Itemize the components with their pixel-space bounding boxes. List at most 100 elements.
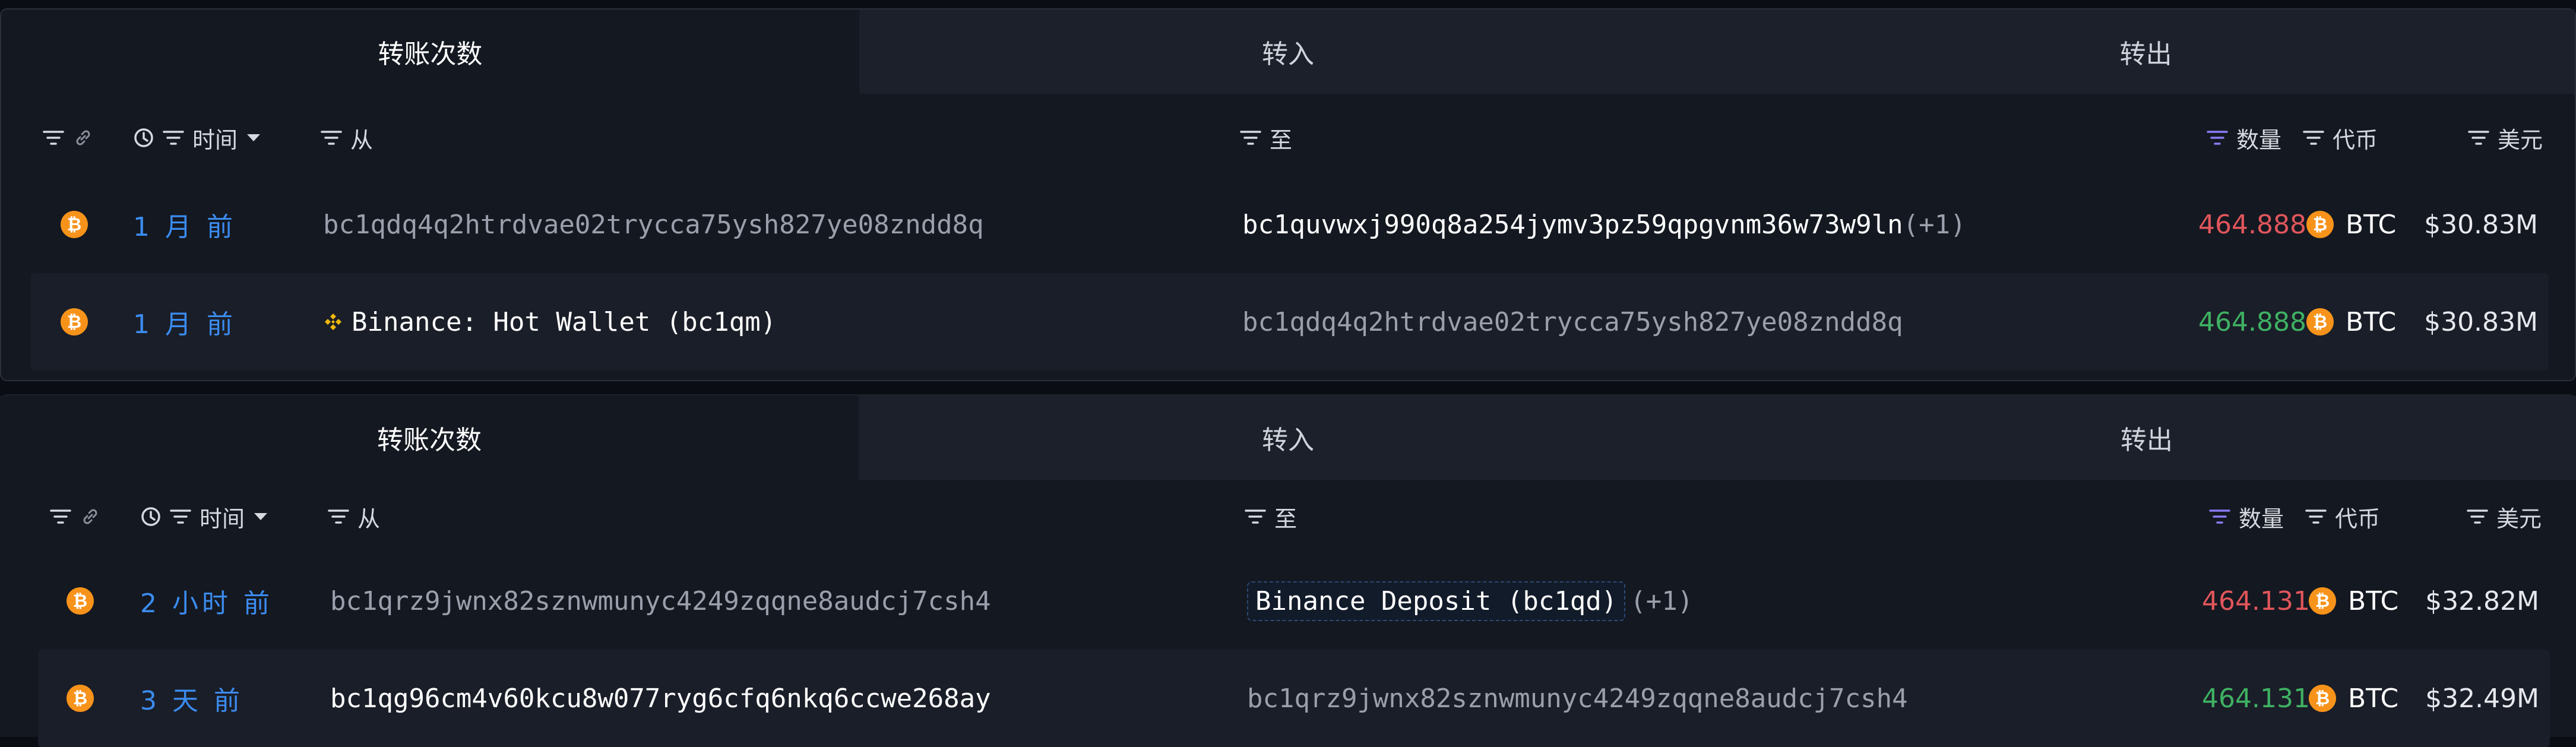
to-cell: bc1qrz9jwnx82sznwmunyc4249zqqne8audcj7cs… [1247,650,1908,747]
amount-value: 464.888 [2198,209,2306,240]
table-header: 时间 从 至 数量 代币 美元 [0,481,2576,552]
amount-cell: 464.131 [2083,650,2310,747]
table-row[interactable]: ₿ 2 小时 前 bc1qrz9jwnx82sznwmunyc4249zqqne… [38,552,2550,650]
header-token[interactable]: 代币 [2303,102,2378,173]
chain-cell: ₿ [67,552,94,650]
usd-cell: $30.83M [2406,176,2538,273]
chain-cell: ₿ [67,650,94,747]
caret-down-icon[interactable] [253,512,268,521]
link-icon[interactable] [80,506,101,527]
header-time-label: 时间 [200,505,245,532]
amount-value: 464.131 [2202,585,2310,616]
token-symbol[interactable]: BTC [2346,307,2396,337]
amount-cell: 464.888 [2080,176,2306,273]
tab-outflow[interactable]: 转出 [1717,395,2576,480]
sort-filter-icon[interactable] [2207,129,2228,146]
header-to[interactable]: 至 [1240,102,1292,173]
filter-icon[interactable] [2467,508,2488,525]
clock-icon[interactable] [140,506,162,527]
to-address[interactable]: bc1qrz9jwnx82sznwmunyc4249zqqne8audcj7cs… [1247,683,1908,714]
header-from-label: 从 [357,505,381,532]
filter-icon[interactable] [1240,129,1261,146]
header-amount-label: 数量 [2238,505,2284,532]
header-usd[interactable]: 美元 [2424,102,2543,173]
header-from[interactable]: 从 [321,102,373,173]
filter-icon[interactable] [328,508,349,525]
from-cell: Binance: Hot Wallet (bc1qm) [323,273,776,371]
from-cell: bc1qdq4q2htrdvae02trycca75ysh827ye08zndd… [323,176,984,273]
to-cell: bc1qdq4q2htrdvae02trycca75ysh827ye08zndd… [1242,273,1903,371]
from-entity[interactable]: Binance: Hot Wallet (bc1qm) [352,307,776,337]
header-filter-link[interactable] [50,481,101,552]
bitcoin-icon: ₿ [67,685,94,712]
transfers-panel-top: 转账次数 转入 转出 时间 从 至 数量 代币 美元 ₿ 1 月 前 bc1qd… [0,8,2576,381]
time-link[interactable]: 3 天 前 [140,679,243,717]
tab-outflow[interactable]: 转出 [1717,10,2575,94]
header-amount[interactable]: 数量 [2127,102,2281,173]
header-token-label: 代币 [2335,505,2381,532]
tab-inflow[interactable]: 转入 [859,395,1717,480]
from-address[interactable]: bc1qg96cm4v60kcu8w077ryg6cfq6nkq6ccwe268… [330,683,991,714]
extra-recipients[interactable]: (+1) [1903,210,1966,240]
header-token-label: 代币 [2333,126,2378,153]
binance-icon [323,312,343,332]
sort-filter-icon[interactable] [2209,508,2230,525]
transfers-panel-bottom: 转账次数 转入 转出 时间 从 至 数量 代币 美元 ₿ 2 小时 前 bc1q… [0,394,2576,747]
header-token[interactable]: 代币 [2305,481,2380,552]
bitcoin-icon: ₿ [2306,211,2334,238]
tab-inflow[interactable]: 转入 [859,10,1717,94]
time-link[interactable]: 2 小时 前 [140,582,273,620]
tab-bar: 转账次数 转入 转出 [1,10,2575,94]
amount-value: 464.131 [2202,683,2310,714]
filter-icon[interactable] [50,508,71,525]
token-symbol[interactable]: BTC [2348,586,2398,616]
table-row[interactable]: ₿ 1 月 前 Binance: Hot Wallet (bc1qm) bc1q… [31,273,2549,371]
from-cell: bc1qg96cm4v60kcu8w077ryg6cfq6nkq6ccwe268… [330,650,991,747]
filter-icon[interactable] [321,129,342,146]
token-cell: ₿ BTC [2309,552,2398,650]
extra-recipients[interactable]: (+1) [1630,586,1693,616]
header-amount[interactable]: 数量 [2129,481,2284,552]
table-row[interactable]: ₿ 1 月 前 bc1qdq4q2htrdvae02trycca75ysh827… [31,176,2549,273]
filter-icon[interactable] [163,129,184,146]
header-from-label: 从 [350,126,374,153]
tab-transfers[interactable]: 转账次数 [1,10,859,94]
usd-value: $30.83M [2424,306,2538,337]
usd-value: $30.83M [2424,209,2538,240]
header-time-label: 时间 [192,126,238,153]
time-link[interactable]: 1 月 前 [133,303,236,341]
time-link[interactable]: 1 月 前 [133,205,236,243]
header-filter-link[interactable] [43,102,94,173]
from-address[interactable]: bc1qdq4q2htrdvae02trycca75ysh827ye08zndd… [323,210,984,240]
tab-transfers[interactable]: 转账次数 [0,395,859,480]
filter-icon[interactable] [1245,508,1266,525]
filter-icon[interactable] [2468,129,2489,146]
from-address[interactable]: bc1qrz9jwnx82sznwmunyc4249zqqne8audcj7cs… [330,586,991,616]
token-symbol[interactable]: BTC [2346,210,2396,240]
to-address[interactable]: bc1quvwxj990q8a254jymv3pz59qpgvnm36w73w9… [1242,210,1903,240]
filter-icon[interactable] [170,508,191,525]
to-address[interactable]: bc1qdq4q2htrdvae02trycca75ysh827ye08zndd… [1242,307,1903,337]
to-entity[interactable]: Binance Deposit (bc1qd) [1247,581,1626,621]
token-cell: ₿ BTC [2306,273,2396,371]
amount-cell: 464.888 [2080,273,2306,371]
time-cell: 3 天 前 [140,650,243,747]
caret-down-icon[interactable] [246,133,261,143]
clock-icon[interactable] [133,127,154,148]
usd-cell: $30.83M [2406,273,2538,371]
header-usd[interactable]: 美元 [2423,481,2542,552]
time-cell: 2 小时 前 [140,552,273,650]
table-row[interactable]: ₿ 3 天 前 bc1qg96cm4v60kcu8w077ryg6cfq6nkq… [38,650,2550,747]
header-time[interactable]: 时间 [140,481,268,552]
filter-icon[interactable] [2305,508,2327,525]
header-from[interactable]: 从 [328,481,380,552]
filter-icon[interactable] [2303,129,2324,146]
link-icon[interactable] [72,127,94,148]
filter-icon[interactable] [43,129,64,146]
header-to-label: 至 [1274,505,1298,532]
header-to[interactable]: 至 [1245,481,1297,552]
bitcoin-icon: ₿ [67,587,94,615]
token-symbol[interactable]: BTC [2348,683,2398,714]
header-time[interactable]: 时间 [133,102,261,173]
chain-cell: ₿ [61,273,88,371]
